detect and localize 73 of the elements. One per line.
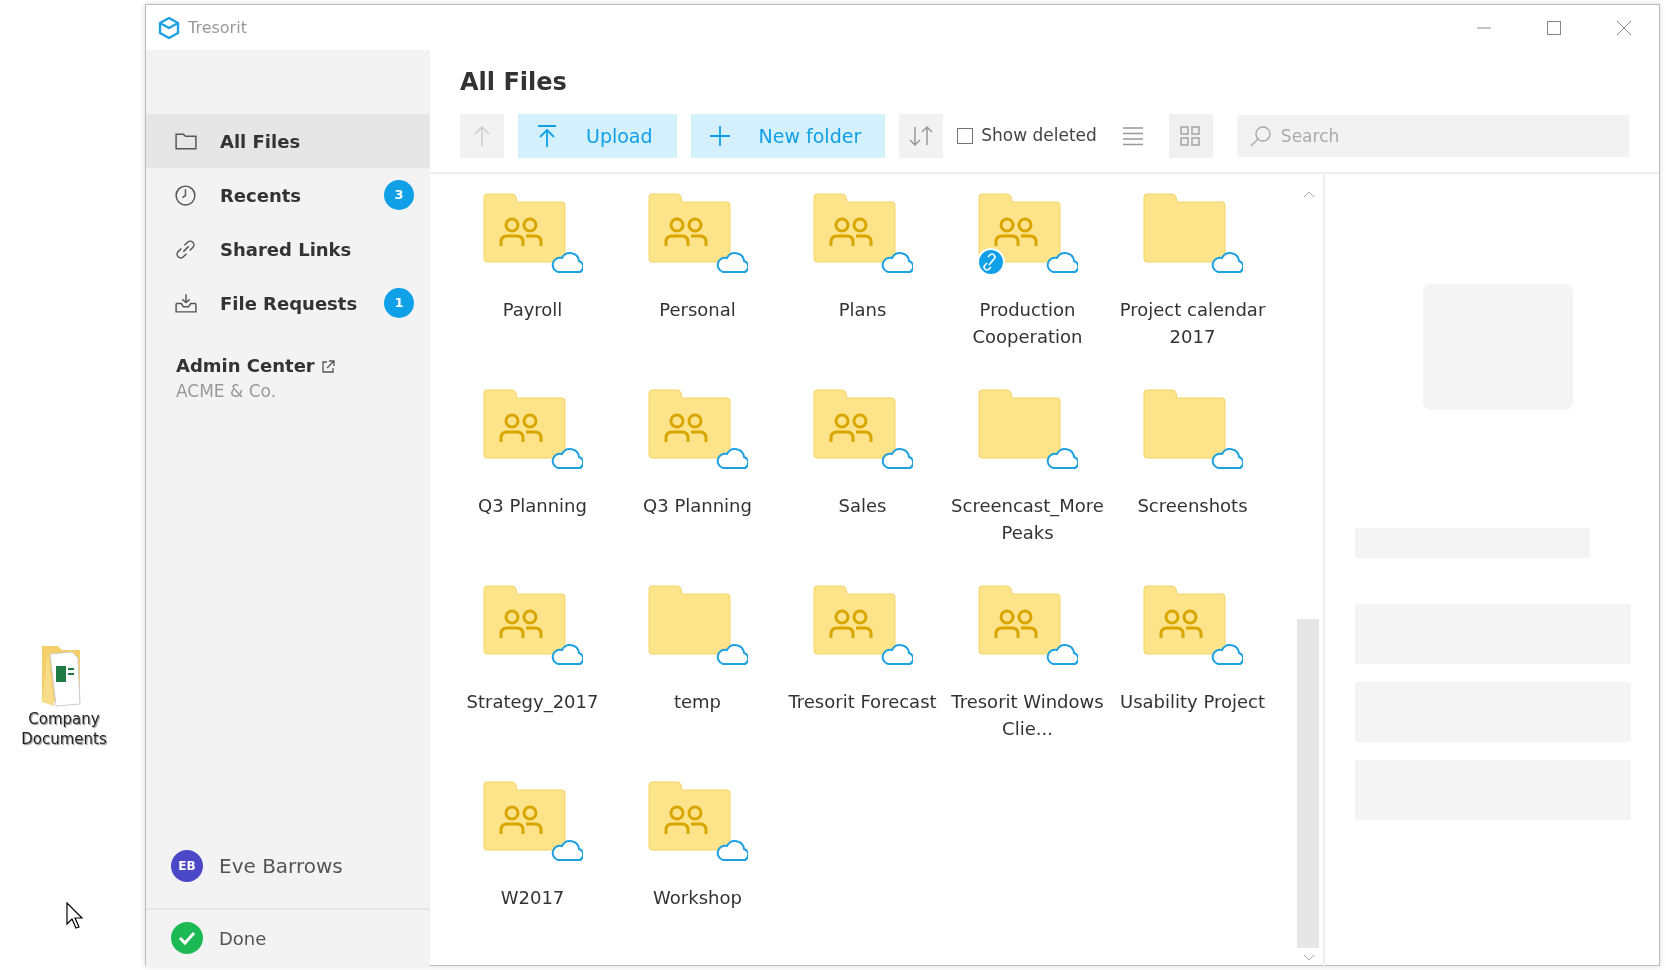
- search-field[interactable]: Search: [1236, 115, 1629, 157]
- show-deleted-checkbox[interactable]: Show deleted: [957, 123, 1097, 149]
- count-badge: 3: [384, 180, 414, 210]
- user-name: Eve Barrows: [219, 853, 343, 880]
- sidebar-item[interactable]: All Files: [146, 114, 430, 168]
- sidebar-item[interactable]: Recents 3: [146, 168, 430, 222]
- folder-item[interactable]: Payroll: [450, 192, 615, 380]
- plus-icon: [708, 125, 731, 147]
- folder-item[interactable]: W2017: [450, 780, 615, 968]
- shared-folder-icon: [977, 192, 1078, 276]
- folder-icon: [1142, 388, 1243, 472]
- shared-folder-icon: [812, 192, 913, 276]
- folder-item[interactable]: Usability Project: [1110, 584, 1275, 772]
- folder-item[interactable]: temp: [615, 584, 780, 772]
- sidebar-item[interactable]: File Requests 1: [146, 276, 430, 330]
- mouse-cursor-icon: [66, 902, 86, 930]
- shared-folder-icon: [482, 584, 583, 668]
- scrollbar-thumb[interactable]: [1297, 619, 1319, 948]
- external-link-icon: [321, 360, 335, 374]
- folder-icon: [977, 388, 1078, 472]
- grid-view-button[interactable]: [1168, 114, 1213, 158]
- list-icon: [1121, 126, 1144, 146]
- admin-center-link[interactable]: Admin Center: [176, 355, 335, 376]
- folder-item[interactable]: Tresorit Forecast: [780, 584, 945, 772]
- folder-item[interactable]: Q3 Planning: [450, 388, 615, 576]
- sort-icon: [908, 125, 935, 147]
- folder-icon: [1142, 192, 1243, 276]
- clock-icon: [174, 183, 198, 207]
- upload-icon: [536, 124, 558, 148]
- folder-item[interactable]: Tresorit Windows Clie...: [945, 584, 1110, 772]
- folder-item[interactable]: Production Cooperation: [945, 192, 1110, 380]
- check-icon: [171, 922, 203, 954]
- inbox-icon: [174, 291, 198, 315]
- folder-item[interactable]: Project calendar 2017: [1110, 192, 1275, 380]
- minimize-icon: [1476, 26, 1492, 29]
- folder-icon: [647, 584, 748, 668]
- link-icon: [174, 237, 198, 261]
- search-icon: [1248, 124, 1273, 148]
- close-icon: [1616, 19, 1632, 36]
- maximize-icon: [1546, 19, 1562, 36]
- sidebar-item[interactable]: Shared Links: [146, 222, 430, 276]
- folder-item[interactable]: Q3 Planning: [615, 388, 780, 576]
- shared-folder-icon: [647, 192, 748, 276]
- folder-item[interactable]: Workshop: [615, 780, 780, 968]
- shared-folder-icon: [482, 388, 583, 472]
- scroll-up-icon: [1303, 190, 1315, 198]
- grid-icon: [1179, 126, 1202, 146]
- company-name: ACME & Co.: [176, 380, 278, 403]
- scroll-down-icon: [1303, 954, 1315, 962]
- up-button[interactable]: [460, 114, 504, 158]
- desktop-icon-label[interactable]: Company Documents: [14, 710, 114, 749]
- folder-item[interactable]: Screencast_MorePeaks: [945, 388, 1110, 576]
- sync-status: Done: [219, 926, 267, 951]
- app-logo-icon: [158, 15, 180, 40]
- page-heading: All Files: [459, 67, 568, 98]
- sort-button[interactable]: [899, 114, 944, 158]
- count-badge: 1: [384, 288, 414, 318]
- folder-item[interactable]: Sales: [780, 388, 945, 576]
- shared-folder-icon: [812, 388, 913, 472]
- shared-folder-icon: [977, 584, 1078, 668]
- shared-folder-icon: [482, 780, 583, 864]
- folder-item[interactable]: Plans: [780, 192, 945, 380]
- shared-folder-icon: [647, 780, 748, 864]
- user-avatar: EB: [171, 850, 203, 882]
- window-title: Tresorit: [188, 16, 247, 39]
- shared-folder-icon: [647, 388, 748, 472]
- folder-item[interactable]: Strategy_2017: [450, 584, 615, 772]
- shared-folder-icon: [482, 192, 583, 276]
- up-arrow-icon: [472, 125, 492, 147]
- folder-item[interactable]: Personal: [615, 192, 780, 380]
- shared-folder-icon: [1142, 584, 1243, 668]
- folder-item[interactable]: Screenshots: [1110, 388, 1275, 576]
- shared-folder-icon: [812, 584, 913, 668]
